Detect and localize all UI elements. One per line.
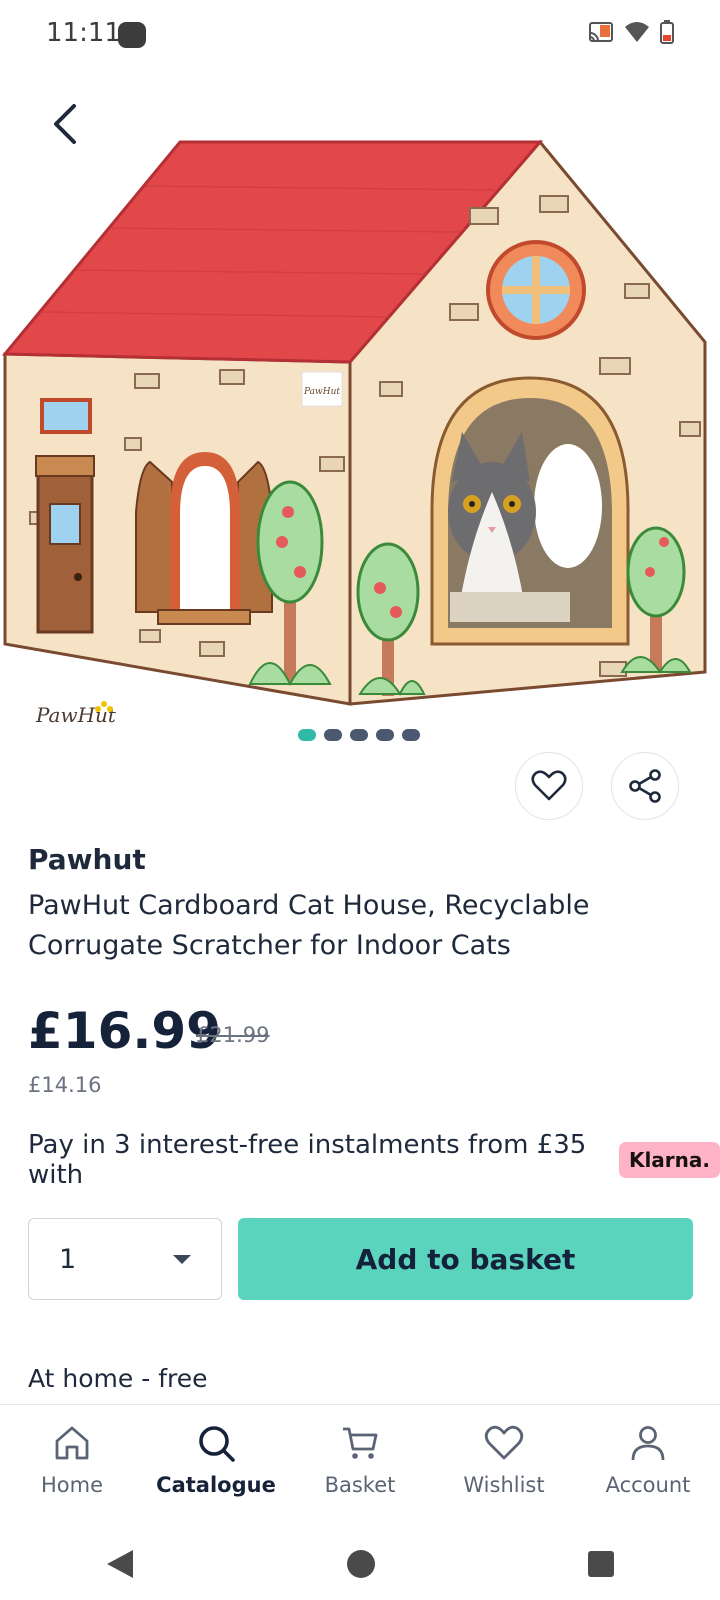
status-time: 11:11 [46,18,121,48]
chevron-left-icon [54,104,76,144]
quantity-select[interactable]: 1 [28,1218,222,1300]
original-price: £21.99 [196,1023,270,1047]
heart-icon [531,770,567,801]
add-to-basket-button[interactable]: Add to basket [238,1218,693,1300]
cart-icon [343,1427,378,1459]
nav-home[interactable]: Home [0,1405,144,1529]
klarna-info: Pay in 3 interest-free instalments from … [28,1130,720,1190]
caret-down-icon [173,1254,191,1264]
bottom-nav: Home Catalogue Basket Wishlist Account [0,1404,720,1529]
nav-label-account: Account [605,1473,691,1497]
delivery-info: At home - free [28,1364,208,1393]
account-icon [631,1426,665,1461]
system-home-icon[interactable] [346,1549,376,1579]
nav-label-home: Home [40,1473,103,1497]
brand-name[interactable]: Pawhut [28,843,146,876]
nav-label-basket: Basket [324,1473,396,1497]
heart-icon [484,1425,524,1460]
system-nav-bar [0,1528,720,1600]
nav-account[interactable]: Account [576,1405,720,1529]
nav-label-wishlist: Wishlist [463,1473,545,1497]
wishlist-toggle-button[interactable] [515,752,583,820]
carousel-dot[interactable] [376,729,394,741]
notification-icon [118,22,146,48]
svg-text:PawHut: PawHut [303,387,340,397]
carousel-dot[interactable] [350,729,368,741]
klarna-text: Pay in 3 interest-free instalments from … [28,1130,587,1190]
status-bar: 11:11 [0,0,720,72]
system-recents-icon[interactable] [587,1550,615,1578]
search-icon [199,1426,235,1462]
nav-basket[interactable]: Basket [288,1405,432,1529]
nav-label-catalogue: Catalogue [156,1473,276,1497]
ex-vat-price: £14.16 [28,1073,102,1097]
system-back-icon[interactable] [105,1548,135,1580]
status-icons [588,20,674,44]
share-button[interactable] [611,752,679,820]
carousel-dot[interactable] [402,729,420,741]
nav-catalogue[interactable]: Catalogue [144,1405,288,1529]
share-icon [629,769,661,803]
wifi-icon [625,22,649,42]
nav-wishlist[interactable]: Wishlist [432,1405,576,1529]
back-button[interactable] [40,96,90,152]
quantity-value: 1 [59,1243,77,1275]
carousel-indicator [298,729,420,741]
home-icon [55,1426,89,1460]
carousel-dot[interactable] [298,729,316,741]
product-title: PawHut Cardboard Cat House, Recyclable C… [28,890,590,961]
cast-icon [589,22,613,42]
klarna-badge[interactable]: Klarna. [618,1142,720,1178]
carousel-dot[interactable] [324,729,342,741]
price: £16.99 [28,1002,221,1060]
product-image[interactable]: PawHut PawHut [0,72,720,752]
battery-icon [660,20,674,44]
